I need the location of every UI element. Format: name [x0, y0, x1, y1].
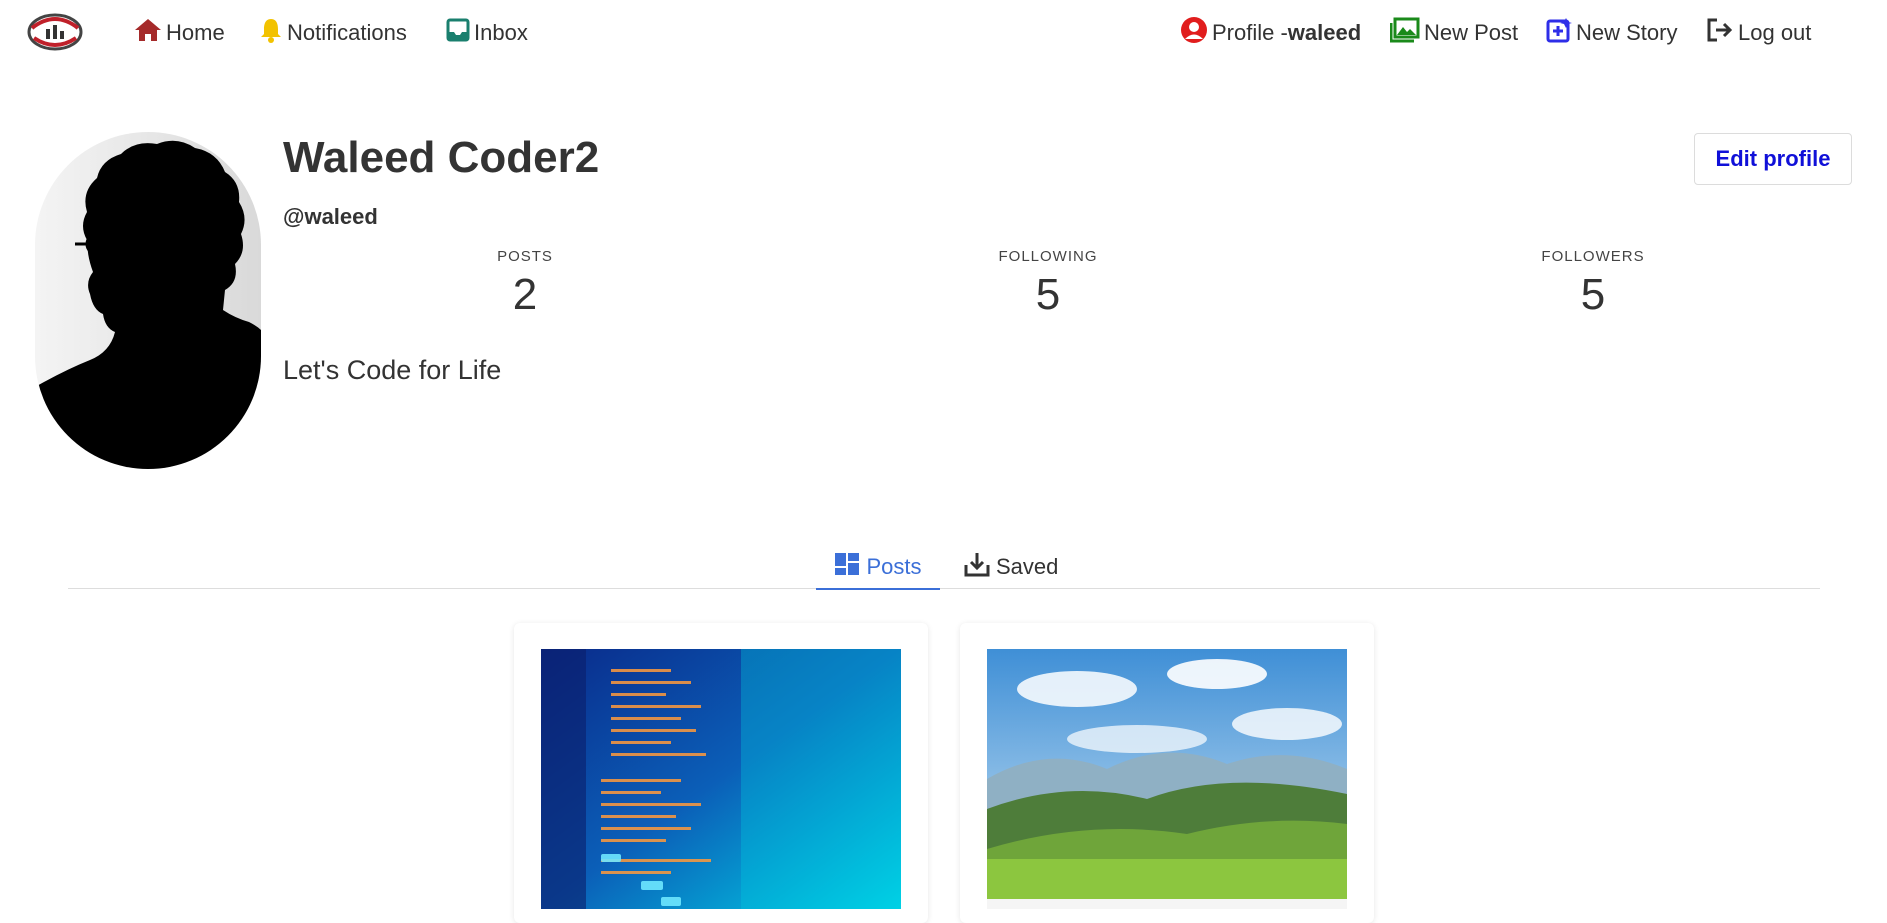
- stat-posts-label: POSTS: [497, 248, 553, 265]
- profile-name: Waleed Coder2: [283, 133, 600, 182]
- top-navbar: Home Notifications Inbox Profile - waleed…: [0, 0, 1887, 66]
- nav-profile[interactable]: Profile - waleed: [1180, 17, 1361, 49]
- stat-followers[interactable]: FOLLOWERS 5: [1493, 248, 1693, 319]
- nav-notifications[interactable]: Notifications: [259, 17, 407, 49]
- edit-profile-button[interactable]: Edit profile: [1694, 133, 1852, 185]
- nav-new-post[interactable]: New Post: [1389, 17, 1519, 49]
- stat-following-label: FOLLOWING: [998, 248, 1098, 265]
- nav-logout-label: Log out: [1738, 20, 1812, 45]
- stat-followers-value: 5: [1580, 270, 1606, 319]
- tab-saved-label: Saved: [996, 554, 1059, 579]
- nav-profile-username: waleed: [1287, 20, 1362, 45]
- tab-posts-label: Posts: [866, 554, 922, 579]
- nav-new-post-label: New Post: [1424, 20, 1519, 45]
- nav-inbox[interactable]: Inbox: [446, 17, 528, 49]
- tabs-divider: [68, 588, 1820, 589]
- nav-inbox-label: Inbox: [474, 20, 528, 45]
- stat-following-value: 5: [1035, 270, 1061, 319]
- stat-posts-value: 2: [512, 270, 538, 319]
- nav-new-story[interactable]: New Story: [1546, 17, 1677, 49]
- nav-notifications-label: Notifications: [287, 20, 407, 45]
- nav-profile-prefix: Profile -: [1212, 20, 1288, 45]
- logout-icon: [1706, 17, 1738, 49]
- inbox-icon: [446, 18, 474, 48]
- post-image: [987, 649, 1347, 909]
- stat-following[interactable]: FOLLOWING 5: [948, 248, 1148, 319]
- profile-bio: Let's Code for Life: [283, 355, 502, 385]
- app-logo-icon[interactable]: [26, 12, 84, 52]
- avatar: [35, 132, 261, 469]
- nav-logout[interactable]: Log out: [1706, 17, 1811, 49]
- stat-followers-label: FOLLOWERS: [1541, 248, 1645, 265]
- stat-posts: POSTS 2: [425, 248, 625, 319]
- post-card[interactable]: [960, 623, 1374, 923]
- profile-handle: @waleed: [283, 204, 378, 229]
- image-add-icon: [1389, 17, 1424, 49]
- tab-posts[interactable]: Posts: [816, 546, 940, 590]
- post-card[interactable]: [514, 623, 928, 923]
- plus-square-icon: [1546, 17, 1576, 49]
- tab-saved[interactable]: Saved: [964, 546, 1058, 588]
- bell-icon: [259, 17, 287, 49]
- user-circle-icon: [1180, 16, 1212, 50]
- home-icon: [134, 17, 166, 49]
- post-image: [541, 649, 901, 909]
- nav-home-label: Home: [166, 20, 225, 45]
- nav-new-story-label: New Story: [1576, 20, 1678, 45]
- nav-home[interactable]: Home: [134, 17, 225, 49]
- grid-icon: [834, 552, 866, 582]
- download-icon: [964, 551, 996, 583]
